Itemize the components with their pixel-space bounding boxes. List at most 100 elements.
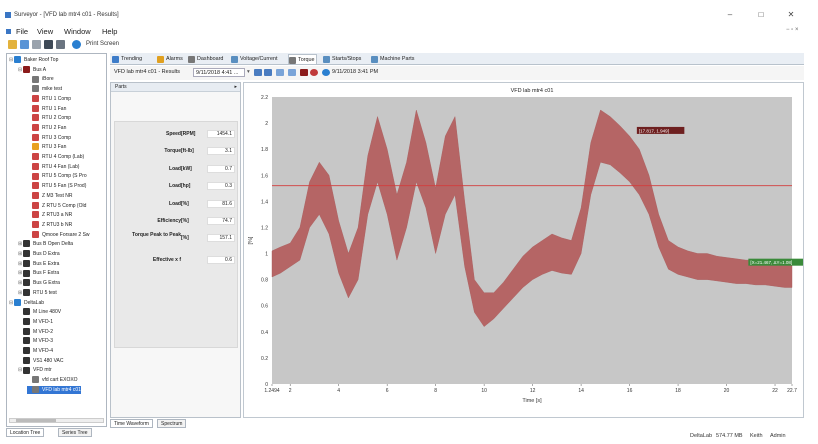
tree-item[interactable]: ⊟ DeltaLab <box>9 298 44 307</box>
bus-icon <box>23 65 30 73</box>
help-icon[interactable] <box>322 69 330 76</box>
tree-item[interactable]: VFD lab mtr4 c01 <box>27 385 81 394</box>
x-tick-label: 20 <box>724 388 730 394</box>
tree-item[interactable]: RTU 2 Fan <box>27 124 66 132</box>
tree-item[interactable]: vfd cart EXOXO <box>27 376 78 384</box>
tree-item[interactable]: mike test <box>27 85 62 93</box>
tab-voltage-current[interactable]: Voltage/Current <box>231 54 277 64</box>
tree-item[interactable]: ⊞ Bus E Extra <box>18 259 59 268</box>
tree-item[interactable]: M VFD-2 <box>18 327 53 336</box>
measurement-panel-header[interactable]: Parts ▸ <box>111 83 240 92</box>
tab-icon <box>371 56 378 63</box>
bus-icon <box>23 269 30 277</box>
tree-item[interactable]: iBore <box>27 75 54 83</box>
bus-icon <box>23 250 30 258</box>
tab-torque[interactable]: Torque <box>288 54 318 64</box>
tree-item[interactable]: ⊞ Bus G Extra <box>18 279 60 287</box>
tree-item[interactable]: RTU 3 Fan <box>27 143 66 151</box>
measurement-unit: [%] <box>181 201 189 207</box>
tree-item[interactable]: ⊟ VFD mtr <box>18 366 52 374</box>
close-button[interactable]: ✕ <box>783 10 799 19</box>
tree-item[interactable]: ⊞ Bus F Extra <box>18 269 59 277</box>
tab-starts-stops[interactable]: Starts/Stops <box>323 54 361 64</box>
open-folder-icon[interactable] <box>8 40 17 49</box>
tab-dashboard[interactable]: Dashboard <box>188 54 223 64</box>
y-tick-label: 1.4 <box>261 199 268 205</box>
x-tick-label: 8 <box>434 388 437 394</box>
marker-icon[interactable] <box>300 69 308 76</box>
cursor-icon[interactable] <box>288 69 296 76</box>
tree-item[interactable]: Z RTU3 b NR <box>27 221 72 229</box>
tree-item[interactable]: RTU 4 Comp (Lab) <box>27 153 84 161</box>
site-icon <box>14 56 21 64</box>
tree-item[interactable]: Z RTU 5 Comp (Old <box>27 201 86 210</box>
tab-trending[interactable]: Trending <box>112 54 142 64</box>
y-tick-label: 1.2 <box>261 225 268 231</box>
tree-item[interactable]: ⊟ Bus A <box>18 65 46 74</box>
measurement-row: Load [hp] 0.3 <box>115 180 239 192</box>
alarm-icon <box>32 162 39 170</box>
tree-item[interactable]: ⊞ Bus B Open Delta <box>18 240 73 248</box>
tree-item[interactable]: ⊞ Bus D Extra <box>18 250 60 258</box>
info-icon[interactable] <box>72 40 81 49</box>
alarm-icon <box>32 172 39 180</box>
tree-item[interactable]: ⊞ RTU 5 test <box>18 288 57 297</box>
tab-icon <box>157 56 164 63</box>
date-selector[interactable]: 9/11/2018 4:41 ... <box>193 68 245 77</box>
tree-item[interactable]: VS1 480 VAC <box>18 356 63 365</box>
monitor-icon[interactable] <box>44 40 53 49</box>
bus-icon <box>23 327 30 335</box>
tree-item[interactable]: Z M3 Test NR <box>27 191 72 200</box>
tree-item[interactable]: RTU 5 Fan (S Prod) <box>27 182 86 190</box>
menu-file[interactable]: File <box>16 27 28 36</box>
print-screen-button[interactable]: Print Screen <box>86 41 119 47</box>
minimize-button[interactable]: – <box>722 10 738 19</box>
tree-item-label: mike test <box>42 86 63 93</box>
measurement-name: Efficiency <box>157 218 181 224</box>
tree-item[interactable]: Z RTU3 a NR <box>27 211 72 219</box>
measurement-value: 1454.1 <box>207 130 235 138</box>
measurement-row: Load [kW] 0.7 <box>115 163 239 175</box>
tree-item[interactable]: ⊟ Baker Roof Top <box>9 56 58 64</box>
tree-horizontal-scrollbar[interactable] <box>9 418 104 423</box>
save-icon[interactable] <box>20 40 29 49</box>
measurement-row: Torque Peak to Peak [%] 157.1 <box>115 232 239 244</box>
tree-item[interactable]: M VFD-1 <box>18 318 53 326</box>
tab-machine-parts[interactable]: Machine Parts <box>371 54 414 64</box>
forward-arrow-icon[interactable] <box>264 69 272 76</box>
tree-item[interactable]: M Line 480V <box>18 308 61 316</box>
zoom-icon[interactable] <box>276 69 284 76</box>
tree-item[interactable]: RTU 1 Comp <box>27 94 71 103</box>
tree-item[interactable]: RTU 5 Comp (S Pro <box>27 172 87 180</box>
tree-item[interactable]: RTU 4 Fan (Lab) <box>27 162 79 171</box>
menu-view[interactable]: View <box>37 27 53 36</box>
bus-icon <box>23 240 30 248</box>
menu-help[interactable]: Help <box>102 27 117 36</box>
grid-icon[interactable] <box>56 40 65 49</box>
status-user: Keith <box>750 433 763 439</box>
tree-item[interactable]: M VFD-4 <box>18 347 53 355</box>
menu-window[interactable]: Window <box>64 27 91 36</box>
measurement-table: Speed [RPM] 1454.1 Torque [ft-lb] 3.1 Load [kW]… <box>114 121 238 348</box>
date-dropdown-icon[interactable]: ▾ <box>247 69 250 75</box>
maximize-button[interactable]: □ <box>753 10 769 19</box>
tree-item[interactable]: Qmooe Forsare 2 Sw <box>27 230 90 239</box>
tree-item[interactable]: RTU 2 Comp <box>27 114 71 122</box>
tree-item-label: VFD lab mtr4 c01 <box>42 386 81 393</box>
tools-icon[interactable] <box>32 40 41 49</box>
tree-item[interactable]: M VFD-3 <box>18 337 53 345</box>
collapse-arrow-icon[interactable]: ▸ <box>234 83 237 92</box>
tab-time-waveform[interactable]: Time Waveform <box>110 419 153 428</box>
tree-item[interactable]: RTU 1 Fan <box>27 104 66 113</box>
tree-item[interactable]: RTU 3 Comp <box>27 133 71 142</box>
tree-item-label: RTU 4 Comp (Lab) <box>42 154 85 160</box>
mdi-controls[interactable]: − ▫ × <box>786 27 798 33</box>
tab-alarms[interactable]: Alarms <box>157 54 183 64</box>
chart-title: VFD lab mtr4 c01 <box>511 88 554 94</box>
tree-item-label: Bus G Extra <box>33 280 60 287</box>
back-arrow-icon[interactable] <box>254 69 262 76</box>
torque-chart[interactable]: VFD lab mtr4 c0100.20.40.60.811.21.41.61… <box>244 83 808 417</box>
alarm-icon <box>32 104 39 112</box>
tab-spectrum[interactable]: Spectrum <box>157 419 187 428</box>
record-icon[interactable] <box>310 69 318 76</box>
